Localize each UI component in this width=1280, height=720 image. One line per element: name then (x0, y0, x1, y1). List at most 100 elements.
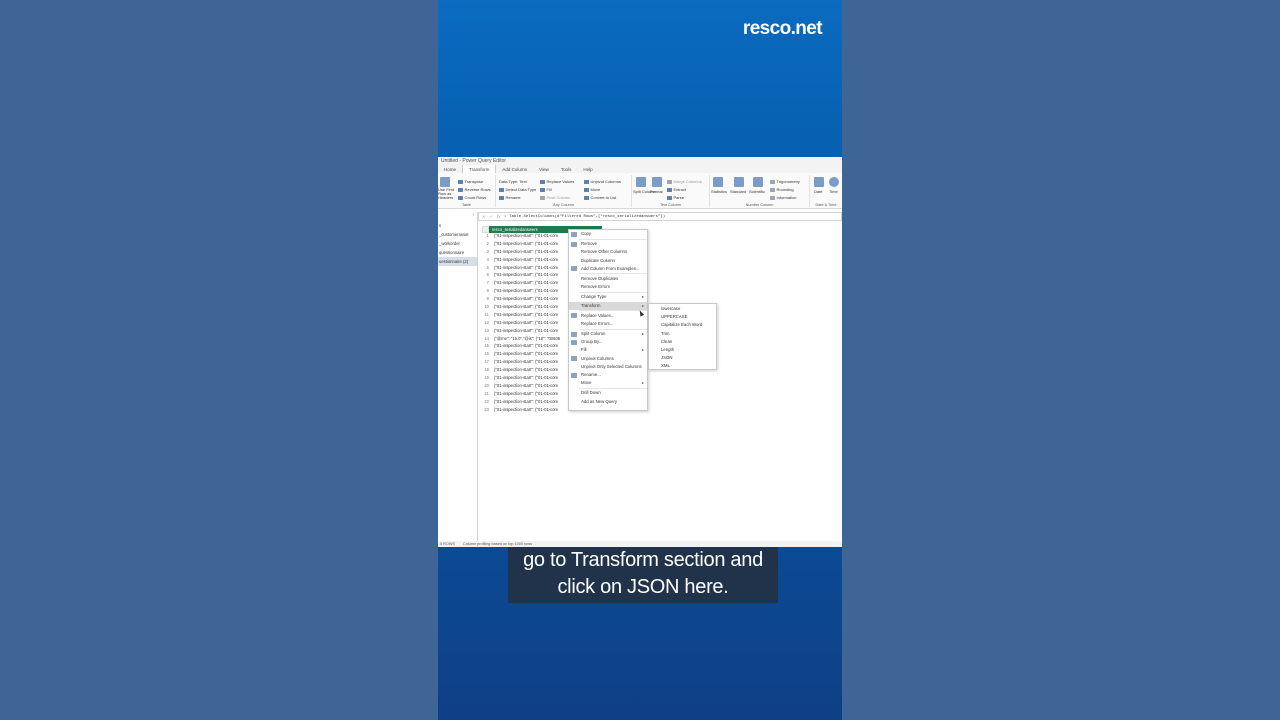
cell-value[interactable]: {"01-inspection-start": {"01-01-com (490, 288, 558, 296)
menu-home[interactable]: Home (438, 165, 462, 173)
submenu-item-json[interactable]: JSON (649, 354, 716, 362)
submenu-item-length[interactable]: Length (649, 346, 716, 354)
menu-tools[interactable]: Tools (555, 165, 578, 173)
menu-item-copy[interactable]: Copy (569, 230, 647, 238)
menu-item-remove-other-columns[interactable]: Remove Other Columns (569, 248, 647, 256)
cell-value[interactable]: {"01-inspection-start": {"01-01-com (490, 320, 558, 328)
menu-item-remove-duplicates[interactable]: Remove Duplicates (569, 275, 647, 283)
cell-value[interactable]: {"01-inspection-start": {"01-01-com (490, 249, 558, 257)
cell-value[interactable]: {"01-inspection-start": {"01-01-com (490, 383, 558, 391)
cell-value[interactable]: {"01-inspection-start": {"01-01-com (490, 343, 558, 351)
submenu-item-capitalize-each-word[interactable]: Capitalize Each Word (649, 321, 716, 329)
submenu-item-lowercase[interactable]: lowercase (649, 305, 716, 313)
cell-value[interactable]: {"01-inspection-start": {"01-01-com (490, 391, 558, 399)
rename-button[interactable]: Rename (499, 195, 521, 200)
transpose-button[interactable]: Transpose (458, 179, 483, 184)
menu-item-replace-values[interactable]: Replace Values... (569, 312, 647, 320)
fill-button[interactable]: Fill (540, 187, 552, 192)
collapse-pane-icon[interactable]: ‹ (438, 212, 477, 221)
formula-bar[interactable]: ✕ ✓ fx = Table.SelectColumns(#"Filtered … (478, 212, 842, 221)
use-first-row-button[interactable]: Use First Row as Headers (438, 188, 456, 200)
cell-value[interactable]: {"01-inspection-start": {"01-01-com (490, 304, 558, 312)
cell-value[interactable]: {"01-inspection-start": {"01-01-com (490, 367, 558, 375)
information-button[interactable]: Information (770, 195, 797, 200)
submenu-item-clean[interactable]: Clean (649, 338, 716, 346)
menu-item-unpivot-columns[interactable]: Unpivot Columns (569, 355, 647, 363)
cell-value[interactable]: {"01-inspection-start": {"01-01-com (490, 407, 558, 415)
parse-button[interactable]: Parse (667, 195, 684, 200)
menu-item-change-type[interactable]: Change Type ▸ (569, 293, 647, 301)
count-rows-button[interactable]: Count Rows (458, 195, 486, 200)
menu-item-transform[interactable]: Transform ▸ (569, 301, 647, 310)
select-all-cell[interactable] (482, 226, 489, 233)
submenu-item-uppercase[interactable]: UPPERCASE (649, 313, 716, 321)
query-item[interactable]: _customerasset (438, 230, 477, 239)
menu-item-duplicate-column[interactable]: Duplicate Column (569, 257, 647, 265)
rounding-icon (770, 187, 775, 192)
menu-item-group-by[interactable]: Group By... (569, 338, 647, 346)
cell-value[interactable]: {"01-inspection-start": {"01-01-com (490, 375, 558, 383)
time-button[interactable]: Time (829, 189, 838, 194)
cell-value[interactable]: {"01-inspection-start": {"01-01-com (490, 296, 558, 304)
statistics-button[interactable]: Statistics (711, 189, 727, 194)
menu-item-rename[interactable]: Rename... (569, 371, 647, 379)
query-item[interactable]: s (438, 221, 477, 230)
standard-icon (734, 177, 744, 187)
submenu-arrow-icon: ▸ (641, 294, 644, 300)
submenu-item-xml[interactable]: XML (649, 362, 716, 370)
reverse-rows-button[interactable]: Reverse Rows (458, 187, 491, 192)
convert-to-list-button[interactable]: Convert to List (584, 195, 616, 200)
unpivot-columns-button[interactable]: Unpivot Columns (584, 179, 621, 184)
detect-type-button[interactable]: Detect Data Type (499, 187, 536, 192)
query-item[interactable]: questionnaire (438, 248, 477, 257)
cell-value[interactable]: {"01-inspection-start": {"01-01-com (490, 328, 558, 336)
cell-value[interactable]: {"01-inspection-start": {"01-01-com (490, 272, 558, 280)
replace-values-button[interactable]: Replace Values (540, 179, 574, 184)
menu-help[interactable]: Help (577, 165, 598, 173)
menu-item-split-column[interactable]: Split Column ▸ (569, 330, 647, 338)
trigonometry-button[interactable]: Trigonometry (770, 179, 800, 184)
rounding-button[interactable]: Rounding (770, 187, 794, 192)
menu-item-remove[interactable]: Remove (569, 240, 647, 248)
menu-item-add-column-from-examples[interactable]: Add Column From Examples... (569, 265, 647, 273)
row-number: 22 (484, 398, 489, 404)
commit-icon[interactable]: ✓ (490, 214, 494, 219)
cell-value[interactable]: {"01-inspection-start": {"01-01-com (490, 257, 558, 265)
profiling-status[interactable]: Column profiling based on top 1000 rows (463, 542, 532, 547)
menu-transform[interactable]: Transform (462, 165, 497, 173)
extract-button[interactable]: Extract (667, 187, 686, 192)
cell-value[interactable]: {"01-inspection-start": {"01-01-com (490, 351, 558, 359)
move-button[interactable]: Move (584, 187, 600, 192)
date-button[interactable]: Date (814, 189, 822, 194)
cell-value[interactable]: {"01-inspection-start": {"01-01-com (490, 241, 558, 249)
cell-value[interactable]: {"01-inspection-start": {"01-01-com (490, 280, 558, 288)
convert-list-icon (584, 195, 589, 200)
menu-item-drill-down[interactable]: Drill Down (569, 389, 647, 397)
merge-columns-button[interactable]: Merge Columns (667, 179, 702, 184)
menu-bar: Home Transform Add Column View Tools Hel… (438, 165, 842, 173)
formula-text[interactable]: = Table.SelectColumns(#"Filtered Rows",{… (504, 215, 665, 219)
cell-value[interactable]: {"01-inspection-start": {"01-01-com (490, 312, 558, 320)
menu-add-column[interactable]: Add Column (496, 165, 533, 173)
cell-value[interactable]: {"@me": "15.0","@is": {"10": "00606 (490, 336, 560, 344)
menu-item-move[interactable]: Move ▸ (569, 379, 647, 387)
data-type-dropdown[interactable]: Data Type: Text (499, 179, 527, 184)
scientific-button[interactable]: Scientific (749, 189, 765, 194)
menu-item-fill[interactable]: Fill ▸ (569, 346, 647, 354)
query-item-selected[interactable]: uestionnaire (2) (438, 257, 477, 266)
menu-item-remove-errors[interactable]: Remove Errors (569, 283, 647, 291)
cell-value[interactable]: {"01-inspection-start": {"01-01-com (490, 233, 558, 241)
query-item[interactable]: _workorder (438, 239, 477, 248)
format-button[interactable]: Format (650, 189, 663, 194)
standard-button[interactable]: Standard (730, 189, 746, 194)
cancel-icon[interactable]: ✕ (482, 214, 486, 219)
cell-value[interactable]: {"01-inspection-start": {"01-01-com (490, 265, 558, 273)
menu-item-add-as-new-query[interactable]: Add as New Query (569, 398, 647, 406)
submenu-item-trim[interactable]: Trim (649, 330, 716, 338)
menu-item-unpivot-only-selected-columns[interactable]: Unpivot Only Selected Columns (569, 363, 647, 371)
menu-view[interactable]: View (533, 165, 555, 173)
menu-item-replace-errors[interactable]: Replace Errors... (569, 320, 647, 328)
pivot-column-button[interactable]: Pivot Column (540, 195, 570, 200)
cell-value[interactable]: {"01-inspection-start": {"01-01-com (490, 399, 558, 407)
cell-value[interactable]: {"01-inspection-start": {"01-01-com (490, 359, 558, 367)
